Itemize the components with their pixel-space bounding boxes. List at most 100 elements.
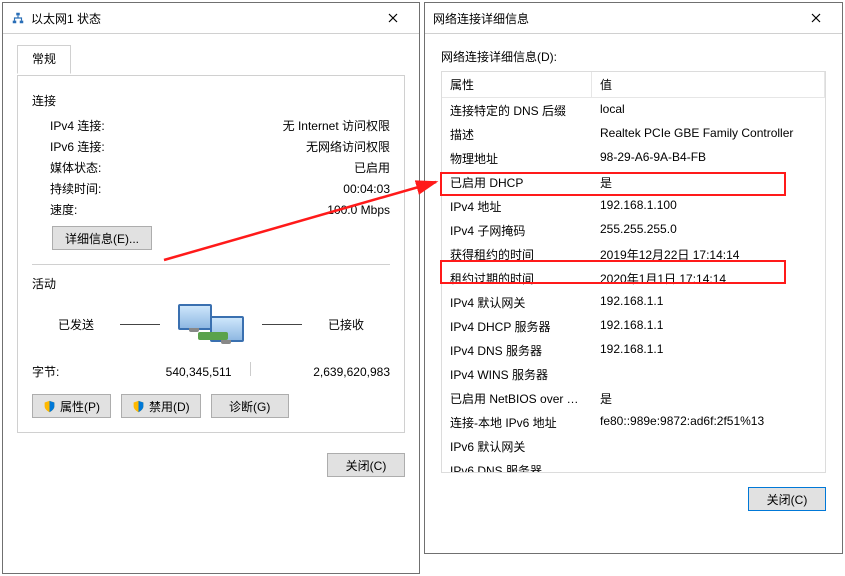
- table-row[interactable]: IPv4 默认网关192.168.1.1: [442, 290, 825, 314]
- disable-button[interactable]: 禁用(D): [121, 394, 201, 418]
- value-cell: [592, 434, 825, 458]
- bytes-label: 字节:: [32, 363, 92, 380]
- network-details-dialog: 网络连接详细信息 网络连接详细信息(D): 属性 值 连接特定的 DNS 后缀l…: [424, 2, 843, 554]
- footer: 关闭(C): [425, 473, 842, 523]
- shield-icon: [43, 400, 56, 413]
- diagnose-button[interactable]: 诊断(G): [211, 394, 289, 418]
- value-cell: 是: [592, 386, 825, 410]
- value-cell: 2020年1月1日 17:14:14: [592, 266, 825, 290]
- table-row[interactable]: IPv4 WINS 服务器: [442, 362, 825, 386]
- window-title: 以太网1 状态: [31, 10, 371, 27]
- footer: 关闭(C): [3, 443, 419, 489]
- property-cell: IPv4 DNS 服务器: [442, 338, 592, 362]
- property-cell: 已启用 DHCP: [442, 170, 592, 194]
- bytes-sent-value: 540,345,511: [92, 365, 250, 379]
- ipv6-connectivity-row: IPv6 连接:无网络访问权限: [50, 138, 390, 155]
- tab-general[interactable]: 常规: [17, 45, 71, 74]
- property-cell: 描述: [442, 122, 592, 146]
- general-panel: 连接 IPv4 连接:无 Internet 访问权限 IPv6 连接:无网络访问…: [17, 75, 405, 433]
- value-cell: local: [592, 98, 825, 122]
- value-cell: 192.168.1.1: [592, 314, 825, 338]
- property-cell: IPv6 DNS 服务器: [442, 458, 592, 473]
- value-cell: fe80::989e:9872:ad6f:2f51%13: [592, 410, 825, 434]
- details-table[interactable]: 属性 值 连接特定的 DNS 后缀local描述Realtek PCIe GBE…: [441, 71, 826, 473]
- property-cell: 物理地址: [442, 146, 592, 170]
- table-row[interactable]: 描述Realtek PCIe GBE Family Controller: [442, 122, 825, 146]
- value-cell: 192.168.1.100: [592, 194, 825, 218]
- dialog-body: 网络连接详细信息(D): 属性 值 连接特定的 DNS 后缀local描述Rea…: [425, 34, 842, 473]
- table-row[interactable]: 租约过期的时间2020年1月1日 17:14:14: [442, 266, 825, 290]
- media-state-row: 媒体状态:已启用: [50, 159, 390, 176]
- ethernet-status-dialog: 以太网1 状态 常规 连接 IPv4 连接:无 Internet 访问权限 IP…: [2, 2, 420, 574]
- value-cell: 255.255.255.0: [592, 218, 825, 242]
- value-cell: 98-29-A6-9A-B4-FB: [592, 146, 825, 170]
- properties-button[interactable]: 属性(P): [32, 394, 111, 418]
- details-caption: 网络连接详细信息(D):: [441, 48, 826, 65]
- value-cell: 192.168.1.1: [592, 338, 825, 362]
- property-cell: IPv4 地址: [442, 194, 592, 218]
- value-cell: Realtek PCIe GBE Family Controller: [592, 122, 825, 146]
- close-button[interactable]: [371, 4, 415, 32]
- titlebar[interactable]: 网络连接详细信息: [425, 3, 842, 34]
- table-row[interactable]: 物理地址98-29-A6-9A-B4-FB: [442, 146, 825, 170]
- dash-right: [262, 324, 302, 325]
- tab-row: 常规: [17, 44, 405, 73]
- table-row[interactable]: 已启用 DHCP是: [442, 170, 825, 194]
- bytes-recv-value: 2,639,620,983: [251, 365, 391, 379]
- property-cell: IPv4 WINS 服务器: [442, 362, 592, 386]
- value-cell: 2019年12月22日 17:14:14: [592, 242, 825, 266]
- property-cell: IPv6 默认网关: [442, 434, 592, 458]
- table-row[interactable]: IPv4 子网掩码255.255.255.0: [442, 218, 825, 242]
- activity-recv-label: 已接收: [318, 316, 374, 333]
- property-cell: 获得租约的时间: [442, 242, 592, 266]
- col-value[interactable]: 值: [592, 72, 825, 97]
- col-property[interactable]: 属性: [442, 72, 592, 97]
- dialog-body: 常规 连接 IPv4 连接:无 Internet 访问权限 IPv6 连接:无网…: [3, 34, 419, 443]
- value-cell: 是: [592, 170, 825, 194]
- property-cell: 已启用 NetBIOS over Tc...: [442, 386, 592, 410]
- monitors-icon: [176, 302, 246, 346]
- bottom-buttons: 属性(P) 禁用(D) 诊断(G): [32, 394, 390, 418]
- table-body: 连接特定的 DNS 后缀local描述Realtek PCIe GBE Fami…: [442, 98, 825, 473]
- value-cell: [592, 458, 825, 473]
- activity-section-label: 活动: [32, 275, 390, 292]
- close-icon: [388, 13, 398, 23]
- activity-sent-label: 已发送: [48, 316, 104, 333]
- property-cell: IPv4 子网掩码: [442, 218, 592, 242]
- table-row[interactable]: IPv4 DHCP 服务器192.168.1.1: [442, 314, 825, 338]
- connection-rows: IPv4 连接:无 Internet 访问权限 IPv6 连接:无网络访问权限 …: [32, 117, 390, 218]
- property-cell: IPv4 DHCP 服务器: [442, 314, 592, 338]
- close-dialog-button[interactable]: 关闭(C): [748, 487, 826, 511]
- duration-row: 持续时间:00:04:03: [50, 180, 390, 197]
- divider: [32, 264, 390, 265]
- shield-icon: [132, 400, 145, 413]
- network-icon: [11, 11, 25, 25]
- bytes-row: 字节: 540,345,511 2,639,620,983: [32, 362, 390, 380]
- table-row[interactable]: IPv6 DNS 服务器: [442, 458, 825, 473]
- table-row[interactable]: 获得租约的时间2019年12月22日 17:14:14: [442, 242, 825, 266]
- property-cell: IPv4 默认网关: [442, 290, 592, 314]
- close-dialog-button[interactable]: 关闭(C): [327, 453, 405, 477]
- activity-graphic: 已发送 已接收: [32, 302, 390, 346]
- ipv4-connectivity-row: IPv4 连接:无 Internet 访问权限: [50, 117, 390, 134]
- value-cell: [592, 362, 825, 386]
- property-cell: 租约过期的时间: [442, 266, 592, 290]
- table-row[interactable]: IPv6 默认网关: [442, 434, 825, 458]
- table-row[interactable]: 连接-本地 IPv6 地址fe80::989e:9872:ad6f:2f51%1…: [442, 410, 825, 434]
- property-cell: 连接-本地 IPv6 地址: [442, 410, 592, 434]
- details-button[interactable]: 详细信息(E)...: [52, 226, 152, 250]
- table-row[interactable]: IPv4 DNS 服务器192.168.1.1: [442, 338, 825, 362]
- dash-left: [120, 324, 160, 325]
- table-header: 属性 值: [442, 72, 825, 98]
- titlebar[interactable]: 以太网1 状态: [3, 3, 419, 34]
- table-row[interactable]: IPv4 地址192.168.1.100: [442, 194, 825, 218]
- window-title: 网络连接详细信息: [433, 10, 794, 27]
- property-cell: 连接特定的 DNS 后缀: [442, 98, 592, 122]
- speed-row: 速度:100.0 Mbps: [50, 201, 390, 218]
- connection-section-label: 连接: [32, 92, 390, 109]
- close-icon: [811, 13, 821, 23]
- close-button[interactable]: [794, 4, 838, 32]
- table-row[interactable]: 连接特定的 DNS 后缀local: [442, 98, 825, 122]
- table-row[interactable]: 已启用 NetBIOS over Tc...是: [442, 386, 825, 410]
- value-cell: 192.168.1.1: [592, 290, 825, 314]
